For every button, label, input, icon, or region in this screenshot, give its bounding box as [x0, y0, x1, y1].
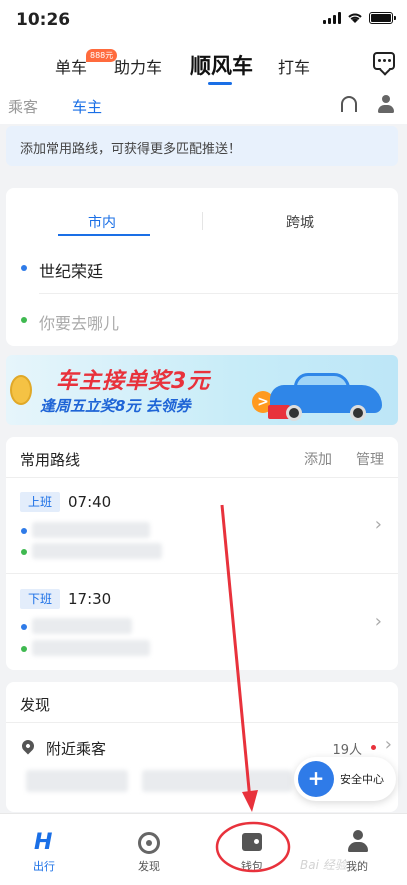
divider	[39, 293, 398, 294]
nearby-item-redacted	[26, 770, 128, 792]
route-time: 17:30	[68, 590, 112, 608]
battery-icon	[369, 12, 396, 24]
tab-passenger[interactable]: 乘客	[8, 96, 38, 117]
tab-intercity[interactable]: 跨城	[286, 212, 314, 232]
nav-hitch[interactable]: 顺风车	[190, 50, 253, 80]
status-time: 10:26	[16, 10, 71, 30]
chevron-right-icon: ›	[374, 611, 382, 632]
car-illustration	[266, 365, 386, 421]
nav-badge: 888元	[86, 49, 118, 62]
signal-icon	[323, 12, 341, 24]
route-time: 07:40	[68, 493, 112, 511]
wallet-icon	[242, 833, 262, 851]
routes-card: 常用路线 添加 管理 上班 07:40 › 下班 17:30 ›	[6, 437, 398, 670]
banner-headline: 车主接单奖3元	[56, 369, 211, 394]
route-tag: 上班	[20, 492, 60, 512]
origin-field[interactable]: 世纪荣廷	[39, 258, 103, 282]
notice-banner[interactable]: 添加常用路线，可获得更多匹配推送！	[6, 126, 398, 166]
divider	[6, 573, 398, 574]
coin-icon	[10, 375, 32, 405]
bottom-tab-bar: H 出行 发现 钱包 我的	[0, 813, 407, 885]
shield-icon: +	[298, 761, 334, 797]
tab-wallet-label: 钱包	[241, 860, 263, 873]
tab-discover[interactable]: 发现	[109, 814, 189, 885]
tab-trip[interactable]: H 出行	[4, 814, 84, 885]
unread-dot	[371, 745, 376, 750]
tab-mine[interactable]: 我的	[317, 814, 397, 885]
tab-discover-label: 发现	[138, 860, 160, 873]
tab-trip-label: 出行	[33, 860, 55, 873]
tab-city[interactable]: 市内	[88, 212, 116, 232]
nearby-passengers-label[interactable]: 附近乘客	[46, 738, 106, 759]
origin-dot-icon	[21, 624, 27, 630]
divider	[6, 477, 398, 478]
routes-manage-button[interactable]: 管理	[356, 449, 384, 469]
destination-field[interactable]: 你要去哪儿	[39, 310, 119, 334]
trip-icon: H	[34, 830, 53, 855]
tab-divider	[202, 212, 203, 230]
status-icons	[323, 12, 396, 24]
top-nav: 单车 888元 助力车 顺风车 打车	[0, 40, 407, 88]
promo-banner[interactable]: 车主接单奖3元 逢周五立奖8元 去领券 >	[6, 355, 398, 425]
banner-subline: 逢周五立奖8元 去领券	[40, 397, 191, 415]
destination-dot-icon	[21, 646, 27, 652]
tab-driver[interactable]: 车主	[72, 96, 102, 117]
location-pin-icon	[19, 737, 37, 755]
discover-icon	[138, 832, 160, 854]
route-destination-redacted	[32, 640, 150, 656]
safety-center-button[interactable]: + 安全中心	[294, 757, 396, 801]
tab-city-indicator	[58, 234, 150, 236]
origin-dot-icon	[21, 528, 27, 534]
chevron-right-icon: ›	[384, 734, 392, 755]
status-bar: 10:26	[0, 0, 407, 40]
mine-icon	[347, 830, 369, 852]
route-tag: 下班	[20, 589, 60, 609]
destination-dot-icon	[21, 317, 27, 323]
discover-title: 发现	[20, 696, 51, 714]
wifi-icon	[348, 13, 362, 23]
nav-active-indicator	[208, 82, 232, 85]
nav-taxi[interactable]: 打车	[278, 54, 310, 78]
route-destination-redacted	[32, 543, 162, 559]
routes-add-button[interactable]: 添加	[304, 449, 332, 469]
tab-wallet[interactable]: 钱包	[212, 814, 292, 885]
nearby-item-redacted	[142, 770, 292, 792]
route-origin-redacted	[32, 522, 150, 538]
headset-icon[interactable]	[341, 96, 357, 112]
message-icon[interactable]	[373, 52, 395, 70]
route-origin-redacted	[32, 618, 132, 634]
nearby-passengers-count: 19人	[332, 743, 362, 758]
profile-icon[interactable]	[377, 94, 395, 114]
role-bar: 乘客 车主	[0, 88, 407, 124]
origin-dot-icon	[21, 265, 27, 271]
nav-bike[interactable]: 单车	[55, 54, 87, 78]
divider	[6, 722, 398, 723]
routes-title: 常用路线	[20, 451, 81, 469]
chevron-right-icon: ›	[374, 514, 382, 535]
nav-ebike[interactable]: 助力车	[114, 54, 162, 78]
safety-center-label: 安全中心	[340, 773, 384, 786]
destination-dot-icon	[21, 549, 27, 555]
trip-card: 市内 跨城 世纪荣廷 你要去哪儿	[6, 188, 398, 346]
watermark: Bai 经验	[300, 858, 347, 872]
